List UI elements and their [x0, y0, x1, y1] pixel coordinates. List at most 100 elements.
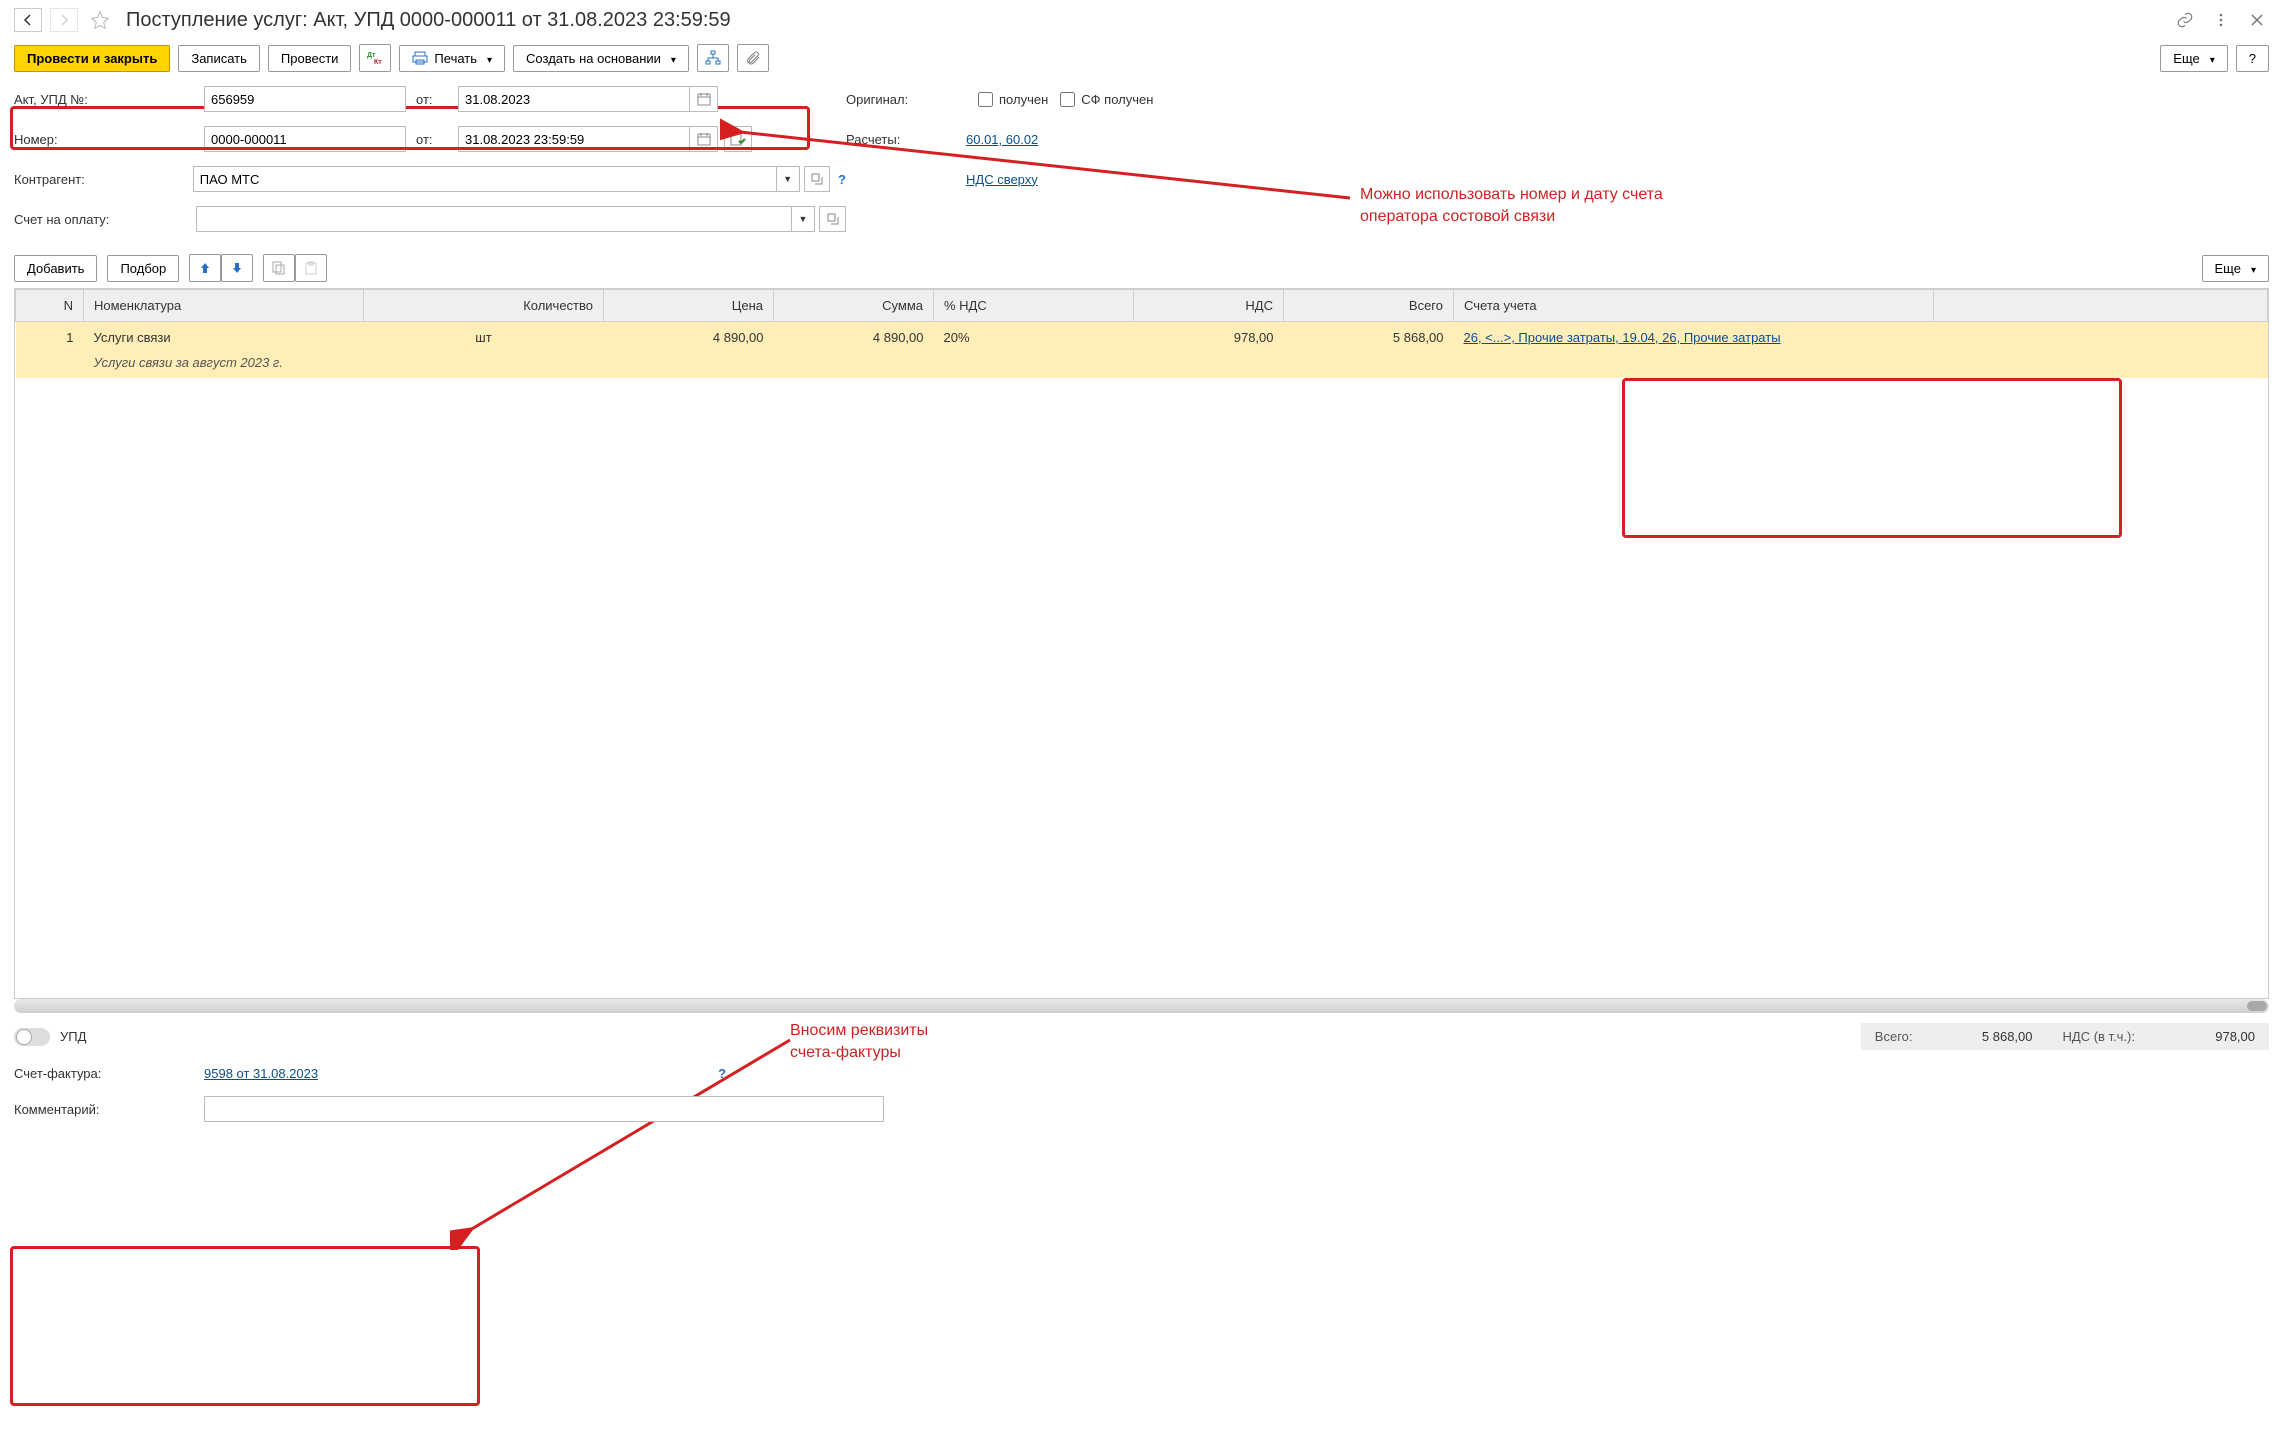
settlements-label: Расчеты:: [846, 132, 966, 147]
col-header-price[interactable]: Цена: [604, 290, 774, 322]
table-toolbar: Добавить Подбор Еще: [0, 248, 2283, 288]
number-date-input[interactable]: [458, 126, 690, 152]
pick-button[interactable]: Подбор: [107, 255, 179, 282]
page-title: Поступление услуг: Акт, УПД 0000-000011 …: [126, 9, 731, 32]
calendar-icon[interactable]: [690, 86, 718, 112]
post-button[interactable]: Провести: [268, 45, 352, 72]
svg-text:Кт: Кт: [374, 59, 382, 66]
sf-received-checkbox[interactable]: [1060, 92, 1075, 107]
row-order: Счет на оплату: ▼: [14, 204, 2269, 234]
main-toolbar: Провести и закрыть Записать Провести ДтК…: [0, 40, 2283, 80]
original-label: Оригинал:: [846, 92, 966, 107]
sf-hint-icon[interactable]: ?: [718, 1066, 726, 1081]
counterparty-dropdown-icon[interactable]: ▼: [777, 166, 800, 192]
link-icon[interactable]: [2173, 8, 2197, 32]
calendar-icon-2[interactable]: [690, 126, 718, 152]
contr-label: Контрагент:: [14, 172, 193, 187]
vat-mode-link[interactable]: НДС сверху: [966, 172, 1038, 187]
post-flag-icon[interactable]: [724, 126, 752, 152]
akt-number-input[interactable]: [204, 86, 406, 112]
akt-label: Акт, УПД №:: [14, 92, 204, 107]
col-header-total[interactable]: Всего: [1284, 290, 1454, 322]
order-open-button[interactable]: [819, 206, 846, 232]
dt-kt-button[interactable]: ДтКт: [359, 44, 391, 72]
favorite-star-icon[interactable]: [90, 10, 110, 30]
post-and-close-button[interactable]: Провести и закрыть: [14, 45, 170, 72]
services-table: N Номенклатура Количество Цена Сумма % Н…: [14, 288, 2269, 999]
sf-link[interactable]: 9598 от 31.08.2023: [204, 1066, 318, 1081]
create-based-button[interactable]: Создать на основании: [513, 45, 689, 72]
order-dropdown-icon[interactable]: ▼: [792, 206, 815, 232]
row-akt: Акт, УПД №: от: Оригинал: получен СФ пол…: [14, 84, 2269, 114]
vat-total-label: НДС (в т.ч.):: [2063, 1029, 2136, 1044]
col-header-extra: [1934, 290, 2268, 322]
col-header-vat[interactable]: % НДС: [934, 290, 1134, 322]
nav-back-button[interactable]: [14, 8, 42, 32]
annotation-box-footer: [10, 1246, 480, 1406]
close-icon[interactable]: [2245, 8, 2269, 32]
upd-label: УПД: [60, 1029, 86, 1044]
vat-total-value: 978,00: [2165, 1029, 2255, 1044]
copy-icon[interactable]: [263, 254, 295, 282]
counterparty-open-button[interactable]: [804, 166, 830, 192]
kebab-menu-icon[interactable]: [2209, 8, 2233, 32]
col-header-vatamt[interactable]: НДС: [1134, 290, 1284, 322]
title-bar: Поступление услуг: Акт, УПД 0000-000011 …: [0, 0, 2283, 40]
total-value: 5 868,00: [1943, 1029, 2033, 1044]
received-checkbox[interactable]: [978, 92, 993, 107]
sf-received-label: СФ получен: [1081, 92, 1153, 107]
nav-forward-button[interactable]: [50, 8, 78, 32]
cell-sum[interactable]: 4 890,00: [774, 322, 934, 379]
row-counterparty: Контрагент: ▼ ? НДС сверху: [14, 164, 2269, 194]
upd-toggle[interactable]: [14, 1028, 50, 1046]
paste-icon[interactable]: [295, 254, 327, 282]
horizontal-scrollbar[interactable]: [14, 999, 2269, 1013]
counterparty-hint-icon[interactable]: ?: [838, 172, 846, 187]
col-header-nom[interactable]: Номенклатура: [84, 290, 364, 322]
order-input[interactable]: [196, 206, 792, 232]
add-row-button[interactable]: Добавить: [14, 255, 97, 282]
number-from-label: от:: [416, 132, 452, 147]
table-row[interactable]: 1 Услуги связи Услуги связи за август 20…: [16, 322, 2268, 379]
col-header-sum[interactable]: Сумма: [774, 290, 934, 322]
form-area: Акт, УПД №: от: Оригинал: получен СФ пол…: [0, 80, 2283, 248]
cell-vat[interactable]: 20%: [934, 322, 1134, 379]
received-label: получен: [999, 92, 1048, 107]
more-button-top[interactable]: Еще: [2160, 45, 2227, 72]
cell-n[interactable]: 1: [16, 322, 84, 379]
cell-price[interactable]: 4 890,00: [604, 322, 774, 379]
col-header-n[interactable]: N: [16, 290, 84, 322]
cell-nom[interactable]: Услуги связи Услуги связи за август 2023…: [84, 322, 364, 379]
attachment-button[interactable]: [737, 44, 769, 72]
cell-qty[interactable]: шт: [364, 322, 604, 379]
footer-totals: Всего: 5 868,00 НДС (в т.ч.): 978,00: [1861, 1023, 2269, 1050]
svg-text:Дт: Дт: [367, 52, 376, 59]
footer-area: УПД Всего: 5 868,00 НДС (в т.ч.): 978,00…: [0, 1013, 2283, 1142]
akt-from-label: от:: [416, 92, 452, 107]
counterparty-input[interactable]: [193, 166, 777, 192]
sf-label: Счет-фактура:: [14, 1066, 204, 1081]
table-header-row: N Номенклатура Количество Цена Сумма % Н…: [16, 290, 2268, 322]
akt-date-input[interactable]: [458, 86, 690, 112]
settlements-link[interactable]: 60.01, 60.02: [966, 132, 1038, 147]
comment-label: Комментарий:: [14, 1102, 204, 1117]
cell-total[interactable]: 5 868,00: [1284, 322, 1454, 379]
print-button[interactable]: Печать: [399, 45, 505, 72]
row-number: Номер: от: Расчеты: 60.01, 60.02: [14, 124, 2269, 154]
cell-vatamt[interactable]: 978,00: [1134, 322, 1284, 379]
number-input[interactable]: [204, 126, 406, 152]
col-header-acct[interactable]: Счета учета: [1454, 290, 1934, 322]
printer-icon: [412, 51, 428, 65]
table-more-button[interactable]: Еще: [2202, 255, 2269, 282]
cell-acct[interactable]: 26, <...>, Прочие затраты, 19.04, 26, Пр…: [1454, 322, 1934, 379]
move-down-button[interactable]: [221, 254, 253, 282]
move-up-button[interactable]: [189, 254, 221, 282]
col-header-qty[interactable]: Количество: [364, 290, 604, 322]
help-button[interactable]: ?: [2236, 45, 2269, 72]
comment-input[interactable]: [204, 1096, 884, 1122]
structure-button[interactable]: [697, 44, 729, 72]
save-button[interactable]: Записать: [178, 45, 260, 72]
order-label: Счет на оплату:: [14, 212, 196, 227]
total-label: Всего:: [1875, 1029, 1913, 1044]
number-label: Номер:: [14, 132, 204, 147]
